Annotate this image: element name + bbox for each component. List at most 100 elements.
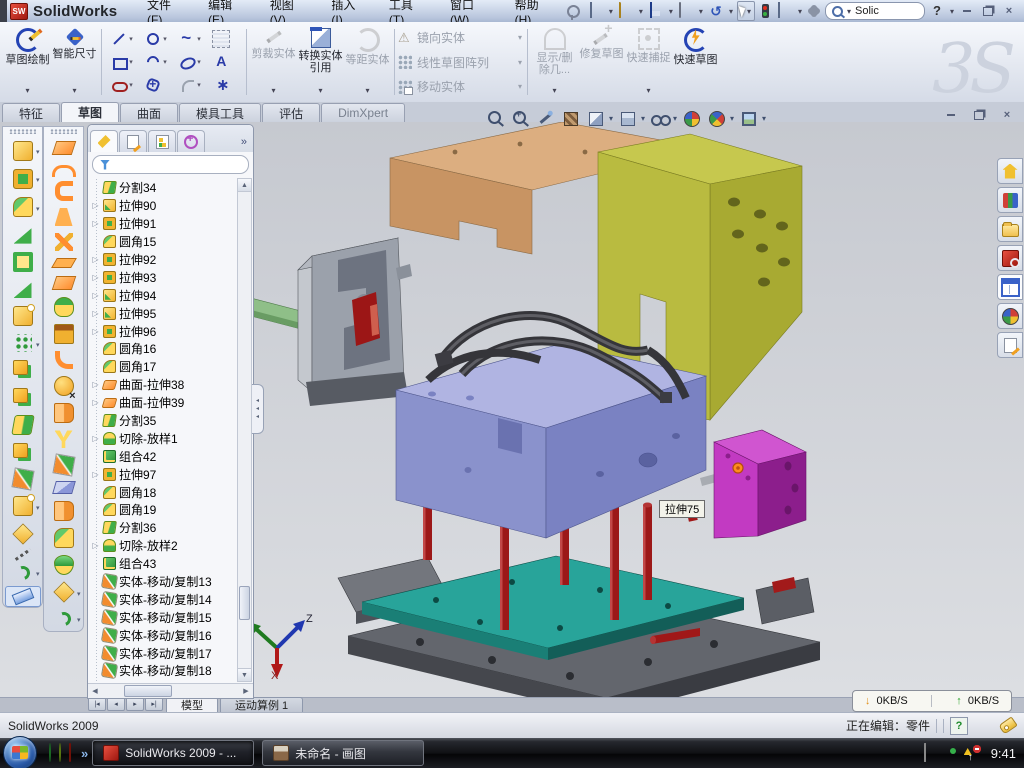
tree-item[interactable]: 圆角16 (90, 340, 238, 358)
extruded-cut-button[interactable] (6, 165, 40, 193)
planar-surface-button[interactable] (47, 255, 81, 272)
file-explorer-tab[interactable] (997, 216, 1023, 242)
sketch-button[interactable]: 草图绘制▾ (4, 25, 51, 99)
tree-item[interactable]: 圆角18 (90, 483, 238, 501)
tree-item[interactable]: 圆角19 (90, 501, 238, 519)
save-icon[interactable] (650, 2, 652, 18)
dropdown-caret[interactable]: ▾ (129, 81, 133, 89)
dropdown-caret[interactable]: ▾ (318, 85, 322, 99)
tree-item[interactable]: 拉伸97 (90, 465, 238, 483)
smart-dimension-button[interactable]: 智能尺寸▾ (51, 25, 98, 99)
gray-clamp-part[interactable] (298, 238, 412, 406)
tree-item[interactable]: 拉伸92 (90, 251, 238, 269)
tree-item[interactable]: 实体-移动/复制13 (90, 573, 238, 591)
start-button[interactable] (3, 736, 37, 768)
status-help-button[interactable]: ? (950, 717, 968, 735)
line-tool[interactable]: ▾ (105, 28, 139, 51)
tree-item[interactable]: 圆角17 (90, 358, 238, 376)
select-tool-button[interactable]: ▾ (737, 1, 755, 21)
expand-arrow-icon[interactable] (91, 309, 100, 318)
linear-pattern-button[interactable] (6, 330, 40, 356)
extruded-surface-button[interactable] (47, 177, 81, 204)
minimize-button[interactable] (958, 4, 976, 18)
tree-item[interactable]: 实体-移动/复制18 (90, 662, 238, 680)
offset-surface-button[interactable] (47, 320, 81, 347)
panel-collapse-handle[interactable]: ◂◂◂ (252, 384, 264, 434)
dropdown-caret[interactable]: ▾ (129, 58, 133, 66)
dropdown-caret[interactable]: ▾ (552, 85, 556, 99)
expand-arrow-icon[interactable] (91, 255, 100, 264)
messenger-quicklaunch-icon[interactable] (49, 744, 51, 762)
restore-button[interactable] (979, 4, 997, 18)
zoom-area-icon[interactable] (512, 110, 530, 128)
tree-item[interactable]: 拉伸91 (90, 215, 238, 233)
tree-item[interactable]: 曲面-拉伸39 (90, 394, 238, 412)
tree-item[interactable]: 拉伸96 (90, 322, 238, 340)
dropdown-caret[interactable]: ▾ (163, 58, 167, 66)
spline-tool[interactable]: ▾ (173, 28, 207, 51)
convert-entities-button[interactable]: 转换实体引用▾ (297, 25, 344, 99)
open-dropdown-caret[interactable]: ▾ (639, 7, 643, 16)
tab-dimxpert[interactable]: DimXpert (321, 103, 405, 122)
network-speed-meter[interactable]: ↓ 0KB/S ↑ 0KB/S (852, 690, 1012, 712)
dropdown-caret[interactable]: ▾ (518, 82, 524, 91)
draft-button[interactable] (6, 276, 40, 302)
boundary-surface-button[interactable] (47, 230, 81, 255)
scroll-up-button[interactable]: ▲ (238, 179, 251, 192)
solidworks-quicklaunch-icon[interactable] (69, 744, 71, 762)
tag-icon[interactable] (998, 716, 1017, 734)
tree-item[interactable]: 拉伸93 (90, 268, 238, 286)
tree-item[interactable]: 分割34 (90, 179, 238, 197)
mirror-entities-button[interactable]: 镜向实体▾ (398, 29, 524, 46)
rectangle-tool[interactable]: ▾ (105, 51, 139, 74)
close-button[interactable]: × (1000, 4, 1018, 18)
tab-mold-tools[interactable]: 模具工具 (179, 103, 261, 122)
dropdown-caret[interactable]: ▾ (646, 85, 650, 99)
circle-tool[interactable]: ▾ (139, 28, 173, 51)
lofted-surface-button[interactable] (47, 204, 81, 229)
section-view-icon[interactable] (562, 110, 580, 128)
options-gear-icon[interactable] (809, 6, 819, 16)
antivirus-quicklaunch-icon[interactable] (59, 744, 61, 762)
dropdown-caret[interactable]: ▾ (518, 58, 524, 67)
expand-arrow-icon[interactable] (91, 219, 100, 228)
surface-fillet-button[interactable] (47, 347, 81, 372)
combine-bodies-button[interactable] (6, 384, 40, 411)
panel-overflow-button[interactable]: » (241, 136, 251, 152)
spline-tools-button[interactable] (47, 606, 81, 631)
quick-snaps-button[interactable]: 快速捕捉▾ (625, 25, 672, 99)
scroll-down-button[interactable]: ▼ (238, 668, 251, 681)
split-button[interactable] (6, 411, 40, 439)
tree-item[interactable]: 圆角15 (90, 233, 238, 251)
open-icon[interactable] (619, 2, 621, 18)
hscroll-thumb[interactable] (124, 685, 172, 697)
print-icon[interactable] (679, 2, 681, 18)
revolved-surface-button[interactable] (47, 158, 81, 177)
untrim-surface-button[interactable] (47, 497, 81, 524)
dropdown-caret[interactable]: ▾ (197, 35, 201, 43)
tree-horizontal-scrollbar[interactable]: ◀ ▶ (88, 683, 253, 698)
point-tool[interactable]: ▾ (207, 74, 241, 97)
display-style-icon[interactable] (587, 110, 605, 128)
replace-face-button[interactable] (47, 525, 81, 552)
tree-item[interactable]: 切除-放样1 (90, 429, 238, 447)
new-dropdown-caret[interactable]: ▾ (609, 7, 613, 16)
help-dropdown-caret[interactable]: ▾ (950, 7, 954, 16)
tree-item[interactable]: 组合42 (90, 447, 238, 465)
sketch-text-tool[interactable]: ▾ (207, 51, 241, 74)
expand-arrow-icon[interactable] (91, 434, 100, 443)
rebuild-icon[interactable] (762, 4, 769, 18)
new-document-icon[interactable] (590, 2, 592, 18)
linear-sketch-pattern-button[interactable]: 线性草图阵列▾ (398, 54, 524, 71)
motion-study-tab[interactable]: 运动算例 1 (220, 697, 303, 712)
task-solidworks[interactable]: SolidWorks 2009 - ... (92, 740, 254, 766)
zoom-fit-icon[interactable] (487, 110, 505, 128)
tree-item[interactable]: 曲面-拉伸38 (90, 376, 238, 394)
propertymanager-tab[interactable] (119, 130, 147, 152)
dimxpertmanager-tab[interactable] (177, 130, 205, 152)
undo-icon[interactable]: ↺ (707, 3, 725, 19)
tab-surfaces[interactable]: 曲面 (120, 103, 178, 122)
freeform-button[interactable] (47, 293, 81, 320)
tab-evaluate[interactable]: 评估 (262, 103, 320, 122)
fillet-button[interactable] (6, 193, 40, 221)
